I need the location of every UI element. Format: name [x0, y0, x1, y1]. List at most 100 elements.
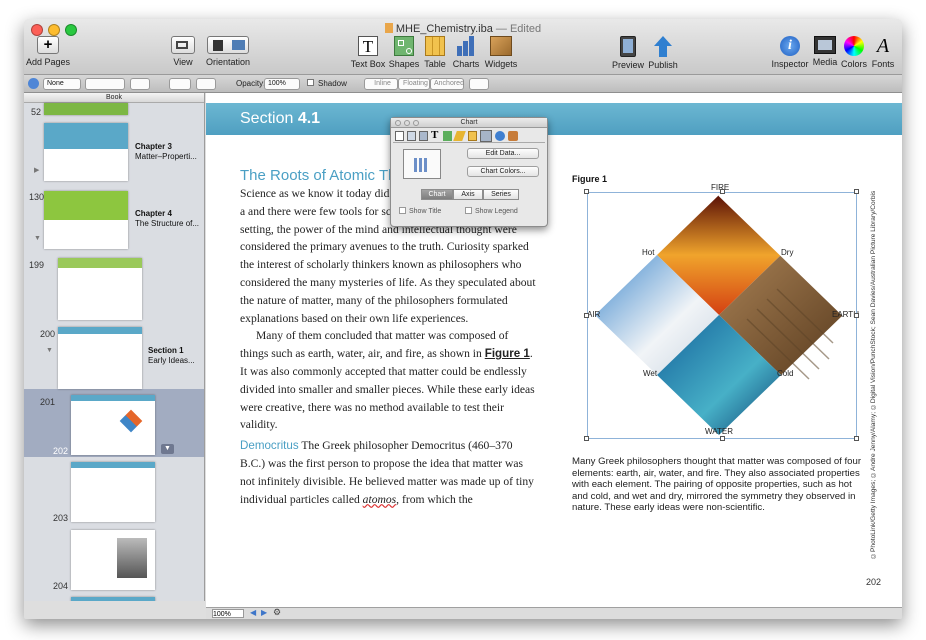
wrap-inspector-icon[interactable]	[419, 131, 428, 141]
widgets-label: Widgets	[484, 59, 518, 69]
resize-handle[interactable]	[584, 313, 589, 318]
font-size-field[interactable]	[130, 78, 150, 90]
add-pages-icon: +	[37, 36, 59, 54]
next-page-arrow-icon[interactable]: ▶	[261, 608, 267, 617]
page-thumbnail[interactable]	[44, 103, 128, 115]
previous-page-arrow-icon[interactable]: ◀	[250, 608, 256, 617]
panel-zoom-button[interactable]	[413, 120, 419, 126]
section-number: 4.1	[297, 110, 321, 127]
page-thumbnail[interactable]	[71, 597, 155, 601]
chart-panel-titlebar: Chart	[391, 118, 547, 128]
app-window: MHE_Chemistry.iba — Edited + Add Pages V…	[24, 19, 902, 619]
metrics-inspector-icon[interactable]	[453, 131, 466, 141]
resize-handle[interactable]	[584, 436, 589, 441]
portrait-thumbnail-icon	[117, 538, 147, 578]
window-title: MHE_Chemistry.iba — Edited	[24, 23, 902, 35]
hyperlink-inspector-icon[interactable]	[495, 131, 505, 141]
chart-panel-title: Chart	[460, 119, 478, 126]
show-legend-label: Show Legend	[475, 208, 518, 215]
shadow-checkbox[interactable]	[307, 79, 314, 86]
anchored-button[interactable]: Anchored	[430, 78, 464, 90]
page-thumbnail[interactable]	[44, 123, 128, 181]
format-bar-toggle-icon[interactable]	[28, 78, 39, 89]
page-thumbnail[interactable]	[44, 191, 128, 249]
orientation-icon	[207, 36, 249, 54]
chart-type-preview[interactable]	[403, 149, 441, 179]
graphic-inspector-icon[interactable]	[443, 131, 452, 141]
panel-close-button[interactable]	[395, 120, 401, 126]
floating-button[interactable]: Floating	[398, 78, 430, 90]
wrap-button[interactable]	[169, 78, 191, 90]
resize-handle[interactable]	[720, 189, 725, 194]
text-inspector-icon[interactable]: T	[431, 129, 438, 141]
disclosure-triangle-icon[interactable]: ▼	[46, 347, 53, 354]
chart-colors-button[interactable]: Chart Colors...	[467, 166, 539, 177]
format-bar: None Opacity: 100% Shadow Inline Floatin…	[24, 75, 902, 93]
edit-data-button[interactable]: Edit Data...	[467, 148, 539, 159]
lesson-heading: The Roots of Atomic Th	[240, 167, 397, 184]
document-icon	[384, 23, 393, 33]
show-title-checkbox[interactable]: Show Title	[399, 207, 441, 215]
tab-axis[interactable]: Axis	[453, 189, 483, 200]
page-thumbnail[interactable]	[71, 530, 155, 590]
tab-chart[interactable]: Chart	[421, 189, 453, 200]
font-select[interactable]	[85, 78, 125, 90]
arrange-button[interactable]	[196, 78, 216, 90]
chapter-subtitle: The Structure of...	[135, 219, 200, 228]
paragraph-style-select[interactable]: None	[43, 78, 81, 90]
figure-caption[interactable]: Many Greek philosophers thought that mat…	[572, 456, 864, 514]
document-inspector-icon[interactable]	[395, 131, 404, 141]
section-title: Section 4.1	[240, 110, 320, 128]
disclosure-triangle-icon[interactable]: ▼	[34, 235, 41, 242]
figure-1-link[interactable]: Figure 1	[485, 347, 530, 360]
bar-chart-icon	[414, 158, 432, 172]
publish-button[interactable]: Publish	[633, 36, 693, 70]
resize-handle[interactable]	[584, 189, 589, 194]
orientation-button[interactable]: Orientation	[198, 36, 258, 67]
panel-minimize-button[interactable]	[404, 120, 410, 126]
page-number: 130	[29, 192, 45, 202]
shadow-label: Shadow	[318, 79, 347, 88]
zoom-select[interactable]: 100%	[212, 609, 244, 618]
resize-handle[interactable]	[854, 189, 859, 194]
democritus-keyword: Democritus	[240, 439, 299, 453]
chapter-3-label: Chapter 3 Matter–Properti...	[135, 142, 197, 162]
add-pages-label: Add Pages	[25, 57, 71, 67]
diagram-thumbnail-icon	[119, 409, 143, 433]
page-menu-button[interactable]: ▼	[161, 444, 174, 454]
gear-icon[interactable]: ⚙	[273, 607, 281, 618]
edited-status: — Edited	[495, 23, 542, 35]
resize-handle[interactable]	[854, 313, 859, 318]
inline-button[interactable]: Inline	[364, 78, 398, 90]
inspector-tab-strip: T	[393, 129, 545, 143]
page-thumbnail[interactable]	[58, 258, 142, 320]
photo-credit: ©PhotoLink/Getty Images; ©Andre Jenny/Al…	[870, 190, 877, 559]
resize-handle[interactable]	[854, 436, 859, 441]
opacity-field[interactable]: 100%	[264, 78, 300, 90]
qt-inspector-icon[interactable]	[508, 131, 518, 141]
fonts-button[interactable]: A Fonts	[853, 36, 902, 69]
chapter-subtitle: Matter–Properti...	[135, 152, 197, 161]
section-title: Section 1	[148, 346, 184, 355]
page-thumbnail[interactable]	[58, 327, 142, 389]
chart-inspector-icon[interactable]	[480, 130, 492, 142]
add-pages-button[interactable]: + Add Pages	[24, 36, 78, 67]
disclosure-triangle-icon[interactable]: ▶	[34, 166, 39, 174]
publish-label: Publish	[648, 60, 678, 70]
status-bar: 100% ◀ ▶ ⚙	[206, 607, 902, 619]
paragraph-3: Democritus The Greek philosopher Democri…	[240, 437, 536, 508]
figure-label: Figure 1	[572, 174, 608, 184]
tab-series[interactable]: Series	[483, 189, 519, 200]
table-inspector-icon[interactable]	[468, 131, 477, 141]
paragraph-2: Many of them concluded that matter was c…	[240, 327, 536, 434]
widgets-icon	[490, 36, 512, 56]
page-thumbnail[interactable]	[71, 462, 155, 522]
layout-inspector-icon[interactable]	[407, 131, 416, 141]
show-legend-checkbox[interactable]: Show Legend	[465, 207, 518, 215]
opacity-label: Opacity:	[236, 79, 266, 88]
wrap-select[interactable]	[469, 78, 489, 90]
body-text[interactable]: Science as we know it today did years ag…	[240, 185, 536, 508]
widgets-button[interactable]: Widgets	[471, 36, 531, 69]
resize-handle[interactable]	[720, 436, 725, 441]
page-thumbnail[interactable]	[71, 395, 155, 455]
